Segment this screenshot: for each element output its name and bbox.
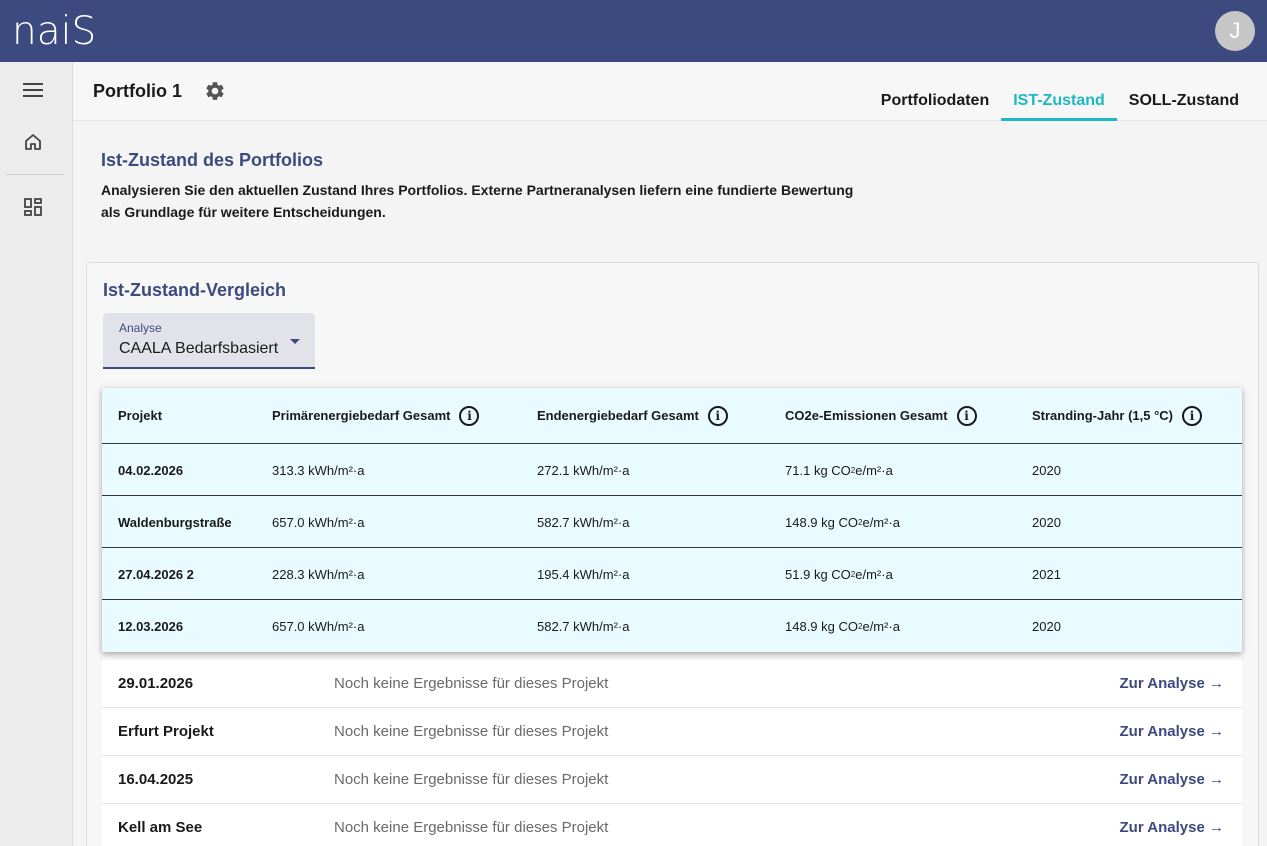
select-label: Analyse: [119, 321, 162, 335]
to-analysis-link[interactable]: Zur Analyse →: [1120, 723, 1224, 740]
results-table: Projekt Primärenergiebedarf Gesamt i Ende…: [102, 388, 1242, 652]
info-icon[interactable]: i: [707, 405, 728, 426]
table-row[interactable]: Waldenburgstraße 657.0 kWh/m²·a 582.7 kW…: [102, 495, 1242, 547]
info-icon[interactable]: i: [956, 405, 977, 426]
table-row[interactable]: 12.03.2026 657.0 kWh/m²·a 582.7 kWh/m²·a…: [102, 599, 1242, 651]
no-results-message: Noch keine Ergebnisse für dieses Projekt: [334, 771, 609, 788]
sidebar: [0, 62, 73, 846]
tab-ist-zustand[interactable]: IST-Zustand: [1001, 82, 1117, 121]
to-analysis-link[interactable]: Zur Analyse →: [1120, 771, 1224, 788]
cell-co2: 51.9 kg CO 2 e/m²·a: [785, 566, 893, 582]
column-header-projekt: Projekt: [118, 408, 163, 423]
cell-co2: 148.9 kg CO 2 e/m²·a: [785, 618, 901, 634]
project-name: Kell am See: [118, 819, 203, 836]
cell-project: 04.02.2026: [118, 462, 184, 478]
cell-final: 195.4 kWh/m²·a: [537, 566, 630, 582]
cell-final: 272.1 kWh/m²·a: [537, 462, 630, 478]
project-name: 16.04.2025: [118, 771, 194, 788]
app-logo[interactable]: naiS: [12, 9, 96, 54]
column-header-stranding: Stranding-Jahr (1,5 °C) i: [1032, 388, 1202, 443]
list-item: Kell am See Noch keine Ergebnisse für di…: [102, 804, 1242, 846]
list-item: 16.04.2025 Noch keine Ergebnisse für die…: [102, 756, 1242, 804]
project-name: 29.01.2026: [118, 675, 194, 692]
column-header-endenergie: Endenergiebedarf Gesamt i: [537, 388, 728, 443]
dashboard-icon[interactable]: [20, 194, 46, 220]
dropdown-arrow-icon: [290, 339, 300, 344]
no-results-message: Noch keine Ergebnisse für dieses Projekt: [334, 675, 609, 692]
column-header-co2: CO2e-Emissionen Gesamt i: [785, 388, 977, 443]
table-row[interactable]: 27.04.2026 2 228.3 kWh/m²·a 195.4 kWh/m²…: [102, 547, 1242, 599]
project-name: Erfurt Projekt: [118, 723, 214, 740]
cell-co2: 148.9 kg CO 2 e/m²·a: [785, 514, 901, 530]
cell-primary: 313.3 kWh/m²·a: [272, 462, 365, 478]
column-header-primaerenergie: Primärenergiebedarf Gesamt i: [272, 388, 480, 443]
cell-co2: 71.1 kg CO 2 e/m²·a: [785, 462, 893, 478]
sidebar-divider: [6, 174, 64, 175]
page-title: Portfolio 1: [93, 81, 182, 101]
cell-stranding: 2020: [1032, 462, 1061, 478]
to-analysis-link[interactable]: Zur Analyse →: [1120, 675, 1224, 692]
cell-stranding: 2020: [1032, 514, 1061, 530]
cell-primary: 657.0 kWh/m²·a: [272, 618, 365, 634]
section-description: Analysieren Sie den aktuellen Zustand Ih…: [101, 182, 854, 220]
tab-portfoliodaten[interactable]: Portfoliodaten: [869, 82, 1001, 121]
tab-soll-zustand[interactable]: SOLL-Zustand: [1117, 82, 1251, 121]
cell-primary: 228.3 kWh/m²·a: [272, 566, 365, 582]
list-item: 29.01.2026 Noch keine Ergebnisse für die…: [102, 660, 1242, 708]
to-analysis-link[interactable]: Zur Analyse →: [1120, 819, 1224, 836]
analysis-select[interactable]: Analyse CAALA Bedarfsbasiert: [103, 313, 315, 369]
card-title: Ist-Zustand-Vergleich: [103, 280, 287, 300]
cell-project: 27.04.2026 2: [118, 566, 194, 582]
info-icon[interactable]: i: [459, 405, 480, 426]
home-icon[interactable]: [20, 129, 46, 155]
user-avatar[interactable]: J: [1215, 11, 1255, 51]
cell-project: Waldenburgstraße: [118, 514, 232, 530]
cell-primary: 657.0 kWh/m²·a: [272, 514, 365, 530]
select-value: CAALA Bedarfsbasiert: [119, 340, 279, 357]
cell-stranding: 2021: [1032, 566, 1061, 582]
page-header: Portfolio 1 Portfoliodaten IST-Zustand S…: [73, 62, 1267, 121]
cell-final: 582.7 kWh/m²·a: [537, 514, 630, 530]
info-icon[interactable]: i: [1182, 405, 1202, 426]
no-results-message: Noch keine Ergebnisse für dieses Projekt: [334, 819, 609, 836]
tab-bar: Portfoliodaten IST-Zustand SOLL-Zustand: [869, 82, 1251, 121]
list-item: Erfurt Projekt Noch keine Ergebnisse für…: [102, 708, 1242, 756]
pending-projects-list: 29.01.2026 Noch keine Ergebnisse für die…: [102, 660, 1242, 846]
no-results-message: Noch keine Ergebnisse für dieses Projekt: [334, 723, 609, 740]
table-row[interactable]: 04.02.2026 313.3 kWh/m²·a 272.1 kWh/m²·a…: [102, 443, 1242, 495]
cell-project: 12.03.2026: [118, 618, 184, 634]
top-bar: naiS J: [0, 0, 1267, 62]
cell-stranding: 2020: [1032, 618, 1061, 634]
gear-icon[interactable]: [204, 80, 226, 102]
menu-icon[interactable]: [20, 77, 46, 103]
section-title: Ist-Zustand des Portfolios: [101, 150, 324, 170]
cell-final: 582.7 kWh/m²·a: [537, 618, 630, 634]
